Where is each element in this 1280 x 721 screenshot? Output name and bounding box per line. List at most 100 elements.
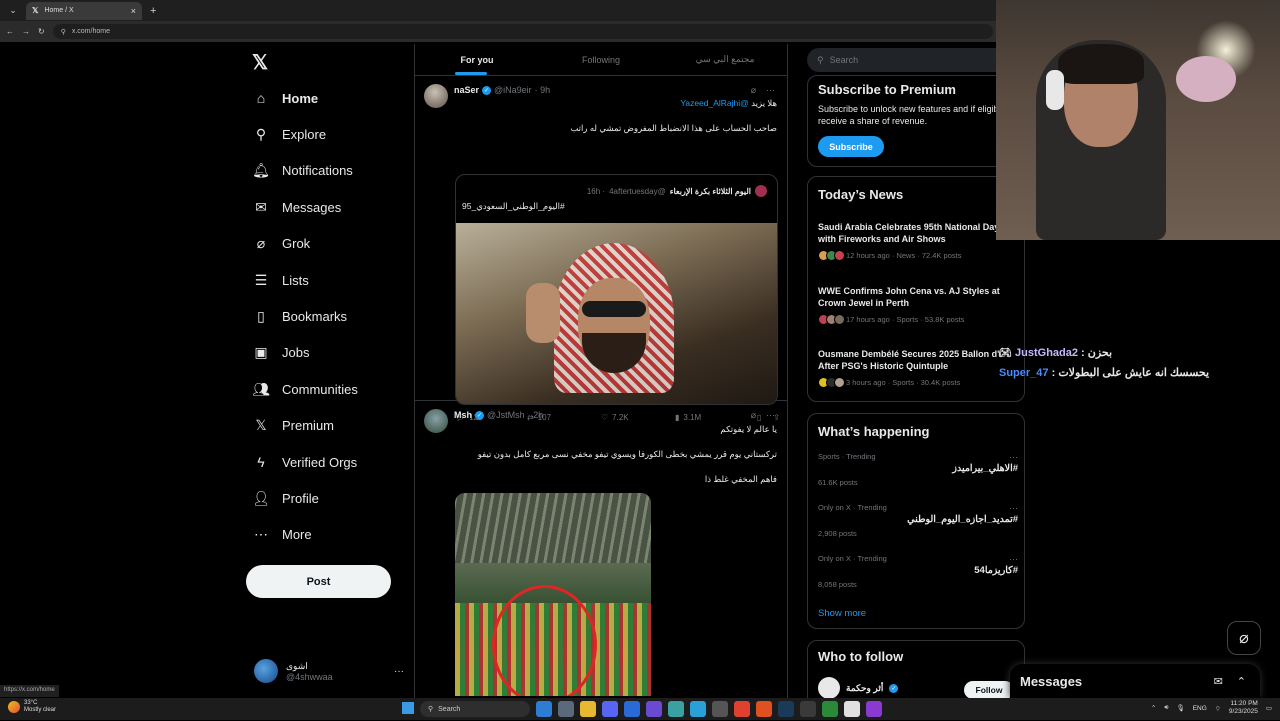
tweet-image[interactable] bbox=[455, 493, 651, 696]
trend-item[interactable]: Only on X · Trending #تمديد_اجازه_اليوم_… bbox=[818, 503, 1018, 538]
more-dots-icon[interactable]: ··· bbox=[1009, 554, 1018, 564]
subscribe-button[interactable]: Subscribe bbox=[818, 136, 884, 157]
avatar[interactable] bbox=[424, 84, 448, 108]
nav-item-notifications[interactable]: 🔔︎ Notifications bbox=[252, 156, 353, 186]
account-switcher[interactable]: اشوى @4shwwaa ··· bbox=[254, 654, 404, 688]
post-button[interactable]: Post bbox=[246, 565, 391, 598]
tab-community[interactable]: مجتمع البي سي bbox=[663, 44, 787, 75]
language-indicator[interactable]: ENG bbox=[1193, 705, 1207, 712]
nav-item-grok[interactable]: ⌀ Grok bbox=[252, 229, 310, 259]
follow-suggestion[interactable]: أثر وحكمة ✓ bbox=[818, 677, 899, 699]
notepad-icon[interactable] bbox=[624, 701, 640, 717]
chat-separator: : bbox=[1078, 347, 1088, 359]
grok-icon[interactable]: ⌀ bbox=[751, 410, 756, 421]
nav-item-communities[interactable]: 👥︎ Communities bbox=[252, 374, 358, 404]
messages-drawer[interactable]: Messages ✉ ⌃ bbox=[1010, 664, 1260, 698]
mail-icon[interactable] bbox=[558, 701, 574, 717]
wifi-icon[interactable]: ⌔ bbox=[1215, 704, 1221, 713]
browser-tab[interactable]: 𝕏 Home / X × bbox=[26, 1, 142, 20]
nav-item-profile[interactable]: 👤︎ Profile bbox=[252, 483, 319, 513]
more-dots-icon[interactable]: ··· bbox=[1009, 452, 1018, 462]
nav-item-more[interactable]: ⋯ More bbox=[252, 520, 312, 550]
trend-item[interactable]: Only on X · Trending #كاريزما54 8,058 po… bbox=[818, 554, 1018, 589]
more-dots-icon[interactable]: ··· bbox=[766, 85, 775, 96]
new-tab-icon[interactable]: + bbox=[150, 5, 156, 17]
chrome-icon[interactable] bbox=[734, 701, 750, 717]
forward-icon[interactable]: → bbox=[22, 27, 30, 36]
quote-tweet[interactable]: اليوم الثلاثاء بكرة الإربعاء @4aftertues… bbox=[455, 174, 778, 405]
quote-video[interactable] bbox=[456, 223, 777, 404]
chevron-up-icon[interactable]: ⌃ bbox=[1151, 704, 1156, 712]
tab-close-icon[interactable]: × bbox=[131, 6, 136, 16]
tweet-author-name[interactable]: naSer bbox=[454, 85, 479, 95]
x-logo-icon[interactable]: 𝕏 bbox=[252, 50, 268, 75]
mic-icon[interactable]: 🎙︎ bbox=[1176, 704, 1184, 712]
nav-item-label: Bookmarks bbox=[282, 308, 348, 324]
app-icon[interactable] bbox=[668, 701, 684, 717]
url-field[interactable]: ⚲ x.com/home bbox=[52, 24, 993, 39]
steam-icon[interactable] bbox=[778, 701, 794, 717]
nav-item-messages[interactable]: ✉ Messages bbox=[252, 192, 341, 222]
notification-icon[interactable]: ▭ bbox=[1266, 704, 1272, 712]
trend-context: Only on X · Trending bbox=[818, 554, 887, 563]
taskbar-search[interactable]: ⚲ Search bbox=[420, 701, 530, 717]
show-more-link[interactable]: Show more bbox=[818, 608, 866, 619]
file-explorer-icon[interactable] bbox=[580, 701, 596, 717]
news-meta: 17 hours ago · Sports · 53.8K posts bbox=[846, 315, 965, 324]
windows-start-icon[interactable] bbox=[402, 702, 414, 714]
bell-icon: 🔔︎ bbox=[252, 162, 270, 179]
back-icon[interactable]: ← bbox=[6, 27, 14, 36]
avatar[interactable] bbox=[424, 409, 448, 433]
nav-item-explore[interactable]: ⚲ Explore bbox=[252, 119, 326, 149]
tab-following[interactable]: Following bbox=[539, 44, 663, 75]
nav-item-lists[interactable]: ☰ Lists bbox=[252, 265, 309, 295]
tweet-author-handle[interactable]: @JstMsh bbox=[487, 410, 525, 420]
weather-widget[interactable]: 33°C Mostly clear bbox=[8, 700, 56, 714]
nav-item-label: Notifications bbox=[282, 163, 353, 179]
more-dots-icon[interactable]: ··· bbox=[766, 410, 775, 421]
app-icon[interactable] bbox=[712, 701, 728, 717]
clock[interactable]: 11:20 PM 9/23/2025 bbox=[1229, 700, 1258, 716]
news-item[interactable]: Saudi Arabia Celebrates 95th National Da… bbox=[818, 221, 1018, 261]
nav-item-label: Grok bbox=[282, 236, 311, 252]
follow-button[interactable]: Follow bbox=[964, 681, 1014, 699]
tweet-author-name[interactable]: Msh bbox=[454, 410, 472, 420]
app-icon[interactable] bbox=[866, 701, 882, 717]
lightning-icon: ϟ bbox=[257, 454, 265, 470]
tab-for-you[interactable]: For you bbox=[415, 44, 539, 75]
grok-icon[interactable]: ⌀ bbox=[751, 85, 756, 96]
new-message-icon[interactable]: ✉ bbox=[1214, 675, 1223, 688]
tweet-time[interactable]: · 9h bbox=[535, 85, 551, 95]
edge-icon[interactable] bbox=[536, 701, 552, 717]
grok-floating-button[interactable]: ⌀ bbox=[1227, 621, 1261, 655]
tab-list-icon[interactable]: ⌄ bbox=[4, 3, 22, 19]
search-input[interactable]: ⚲ Search bbox=[807, 48, 1025, 72]
reply-mention[interactable]: @Yazeed_AlRajhi bbox=[680, 98, 749, 108]
tweet[interactable]: naSer ✓ @iNa9eir · 9h ⌀ ··· هلا يزيد @Ya… bbox=[415, 76, 787, 422]
news-item[interactable]: WWE Confirms John Cena vs. AJ Styles at … bbox=[818, 285, 1018, 325]
nav-item-home[interactable]: ⌂ Home bbox=[252, 83, 318, 113]
more-dots-icon[interactable]: ··· bbox=[394, 666, 404, 677]
site-info-icon[interactable]: ⚲ bbox=[61, 28, 66, 36]
reload-icon[interactable]: ↻ bbox=[38, 27, 45, 36]
news-title: Today’s News bbox=[818, 187, 904, 202]
app-icon[interactable] bbox=[646, 701, 662, 717]
discord-icon[interactable] bbox=[602, 701, 618, 717]
trend-item[interactable]: Sports · Trending #الاهلي_بيراميدز 61.6K… bbox=[818, 452, 1018, 487]
xbox-icon[interactable] bbox=[822, 701, 838, 717]
volume-icon[interactable]: 🔊︎ bbox=[1164, 704, 1168, 712]
app-icon[interactable] bbox=[844, 701, 860, 717]
tweet-time[interactable]: · 2h bbox=[528, 410, 544, 420]
news-item[interactable]: Ousmane Dembélé Secures 2025 Ballon d'Or… bbox=[818, 348, 1018, 388]
nav-item-bookmarks[interactable]: ▯ Bookmarks bbox=[252, 301, 347, 331]
envelope-icon: ✉ bbox=[255, 198, 267, 215]
tweet-author-handle[interactable]: @iNa9eir bbox=[494, 85, 532, 95]
expand-icon[interactable]: ⌃ bbox=[1237, 675, 1246, 688]
nav-item-premium[interactable]: 𝕏 Premium bbox=[252, 411, 334, 441]
nav-item-verified-orgs[interactable]: ϟ Verified Orgs bbox=[252, 447, 357, 477]
brave-icon[interactable] bbox=[756, 701, 772, 717]
more-dots-icon[interactable]: ··· bbox=[1009, 503, 1018, 513]
app-icon[interactable] bbox=[800, 701, 816, 717]
nav-item-jobs[interactable]: ▣ Jobs bbox=[252, 338, 309, 368]
telegram-icon[interactable] bbox=[690, 701, 706, 717]
